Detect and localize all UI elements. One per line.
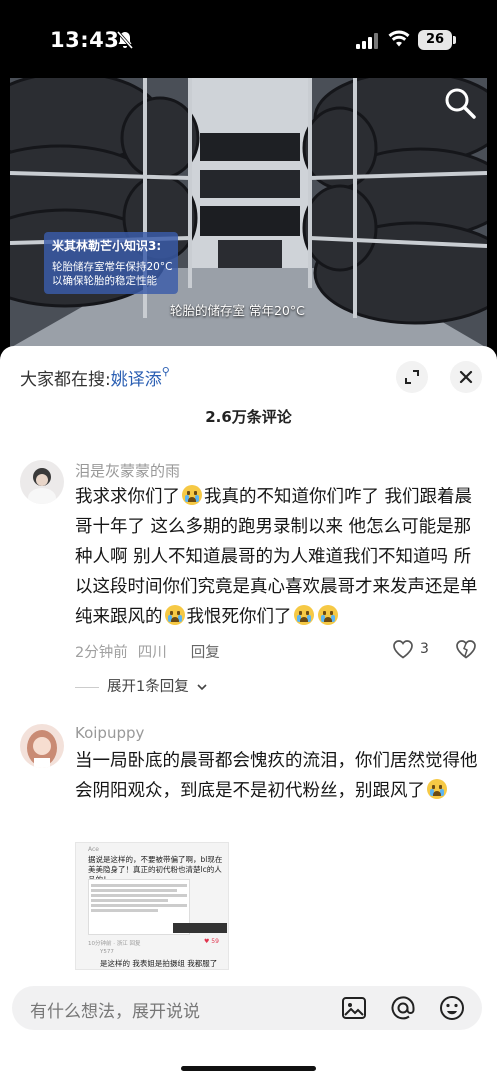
small-search-icon: ⚲ xyxy=(161,365,170,378)
comment-sheet: 大家都在搜:姚译添⚲ 2.6万条评论 泪是灰蒙蒙的雨 我求求你们了 我真的不知道你… xyxy=(0,346,497,1080)
expand-replies[interactable]: 展开1条回复 xyxy=(75,675,208,696)
cellular-signal-icon xyxy=(356,33,378,49)
tip-title: 米其林勒芒小知识3: xyxy=(52,239,162,253)
avatar[interactable] xyxy=(20,724,64,768)
crying-emoji-icon xyxy=(293,605,314,625)
embed-likes: ♥ 59 xyxy=(204,938,219,945)
embed-reply-text: 是这样的 我表姐是拍摄组 我都服了 xyxy=(100,959,218,968)
comment-text-part: 当一局卧底的晨哥都会愧疚的流泪，你们居然觉得他会阴阳观众，到底是不是初代粉丝，别… xyxy=(75,751,478,801)
embed-like-count: 59 xyxy=(211,938,219,945)
mention-icon[interactable] xyxy=(389,994,417,1022)
reply-button[interactable]: 回复 xyxy=(191,645,220,661)
chevron-down-icon xyxy=(197,684,207,691)
image-icon[interactable] xyxy=(340,994,368,1022)
like-count: 3 xyxy=(420,641,429,657)
video-player[interactable]: 米其林勒芒小知识3: 轮胎储存室常年保持20°C 以确保轮胎的稳定性能 轮胎的储… xyxy=(10,78,487,348)
laughing-tears-emoji-icon xyxy=(427,779,447,799)
comment-input-placeholder: 有什么想法，展开说说 xyxy=(30,1002,200,1022)
comment-text: 当一局卧底的晨哥都会愧疚的流泪，你们居然觉得他会阴阳观众，到底是不是初代粉丝，别… xyxy=(75,746,480,806)
emoji-icon[interactable] xyxy=(438,994,466,1022)
comment-text-part: 我真的不知道你们咋了 我们跟着晨哥十年了 这么多期的跑男录制以来 他怎么可能是那… xyxy=(75,487,478,627)
like-button[interactable]: 3 xyxy=(392,639,429,659)
crying-emoji-icon xyxy=(164,605,185,625)
tip-line: 以确保轮胎的稳定性能 xyxy=(52,275,157,287)
tip-line: 轮胎储存室常年保持20°C xyxy=(52,261,173,273)
comment-text-part: 我求求你们了 xyxy=(75,487,180,507)
fullscreen-icon xyxy=(405,370,419,384)
comment-time: 2分钟前 xyxy=(75,645,128,661)
dislike-heart-icon[interactable] xyxy=(455,639,477,659)
battery-indicator: 26 xyxy=(418,30,452,50)
close-button[interactable] xyxy=(450,361,482,393)
status-bar: 13:43 26 xyxy=(0,0,497,78)
battery-tip xyxy=(453,36,456,44)
crying-emoji-icon xyxy=(182,485,202,505)
comment-input[interactable]: 有什么想法，展开说说 xyxy=(12,986,482,1030)
heart-icon xyxy=(393,640,413,659)
comment-meta: 2分钟前 四川 回复 xyxy=(75,641,230,662)
comment-text: 我求求你们了 我真的不知道你们咋了 我们跟着晨哥十年了 这么多期的跑男录制以来 他… xyxy=(75,482,480,632)
comment-text-part: 我恨死你们了 xyxy=(186,607,292,627)
bell-mute-icon xyxy=(116,31,134,49)
wifi-icon xyxy=(388,30,410,47)
comment-count: 2.6万条评论 xyxy=(205,408,292,426)
embed-username: Ace xyxy=(88,846,99,853)
crying-emoji-icon xyxy=(317,605,338,625)
search-prefix: 大家都在搜: xyxy=(20,370,111,390)
status-time: 13:43 xyxy=(50,28,120,52)
divider xyxy=(75,686,99,688)
search-keyword[interactable]: 姚译添 xyxy=(111,370,162,390)
comment-image[interactable]: Ace 据说是这样的，不要被带偏了啊，bl现在美美隐身了！真正的初代粉也清楚lc… xyxy=(75,842,229,970)
expand-replies-label: 展开1条回复 xyxy=(107,679,189,695)
video-caption: 轮胎的储存室 常年20°C xyxy=(170,303,305,318)
comment-location: 四川 xyxy=(137,645,167,661)
close-icon xyxy=(459,370,473,384)
home-indicator[interactable] xyxy=(181,1066,316,1071)
username[interactable]: Koipuppy xyxy=(75,724,144,742)
embed-reply-user: Y577 xyxy=(100,949,114,955)
avatar[interactable] xyxy=(20,460,64,504)
search-icon[interactable] xyxy=(443,86,477,120)
username[interactable]: 泪是灰蒙蒙的雨 xyxy=(75,460,180,481)
knowledge-tip-overlay: 米其林勒芒小知识3: 轮胎储存室常年保持20°C 以确保轮胎的稳定性能 xyxy=(44,232,178,294)
embed-banner xyxy=(173,923,227,933)
trending-search[interactable]: 大家都在搜:姚译添⚲ xyxy=(20,365,170,390)
expand-button[interactable] xyxy=(396,361,428,393)
embed-meta: 10分钟前 · 浙江 回复 xyxy=(88,941,141,947)
